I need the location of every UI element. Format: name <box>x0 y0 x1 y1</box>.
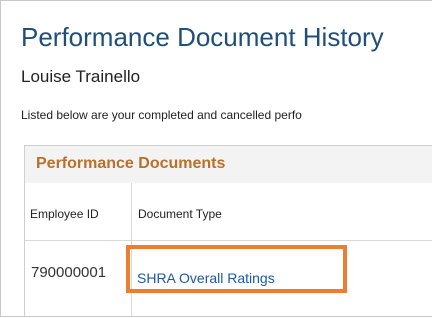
grid-title: Performance Documents <box>36 155 226 172</box>
column-header-employee-id: Employee ID <box>30 207 99 221</box>
column-header-document-type: Document Type <box>138 207 222 221</box>
performance-documents-grid: Performance Documents Employee ID Docume… <box>24 145 432 316</box>
document-type-link[interactable]: SHRA Overall Ratings <box>137 270 275 286</box>
column-divider <box>131 183 132 240</box>
page-title: Performance Document History <box>21 22 384 52</box>
employee-id-cell: 790000001 <box>31 264 107 281</box>
grid-header: Performance Documents <box>25 146 432 184</box>
page-frame: Performance Document History Louise Trai… <box>0 0 432 317</box>
column-divider <box>131 240 132 316</box>
intro-text: Listed below are your completed and canc… <box>21 108 302 122</box>
employee-name: Louise Trainello <box>21 67 141 86</box>
column-headers: Employee ID Document Type <box>25 183 432 241</box>
